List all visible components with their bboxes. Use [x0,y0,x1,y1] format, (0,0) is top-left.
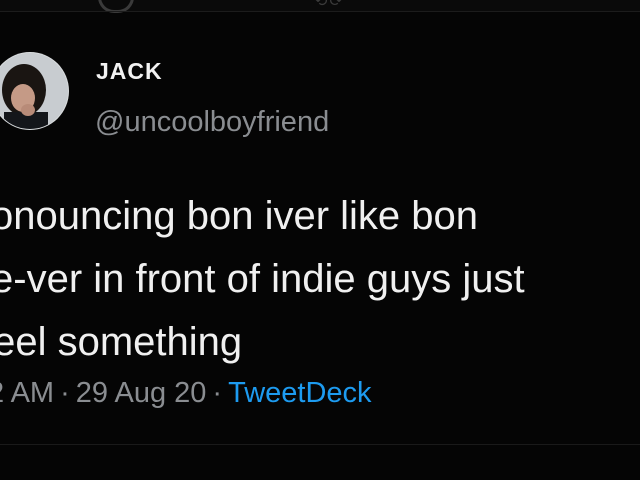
avatar[interactable] [0,32,70,150]
tweet-date[interactable]: 29 Aug 20 [76,377,207,409]
profile-photo-icon [0,52,69,130]
tweet-line: e-ver in front of indie guys just [0,257,525,301]
meta-separator: · [212,377,223,409]
tweet-body: onouncing bon iver like bon e-ver in fro… [0,185,640,374]
tweet-screenshot: ⟲⟳ JACK @uncoolboyfriend onouncing bon i… [0,0,640,480]
tweet-meta: 2 AM·29 Aug 20·TweetDeck [0,377,372,410]
tweet-source-link[interactable]: TweetDeck [228,377,371,409]
meta-separator: · [60,377,70,409]
tweet-time[interactable]: 2 AM [0,377,54,409]
tweet-line: onouncing bon iver like bon [0,194,479,238]
divider [0,11,640,12]
retweet-icon[interactable]: ⟲⟳ [314,0,348,10]
divider [0,444,640,445]
user-handle[interactable]: @uncoolboyfriend [95,106,329,139]
display-name[interactable]: JACK [96,58,163,85]
tweet-line: feel something [0,320,243,364]
